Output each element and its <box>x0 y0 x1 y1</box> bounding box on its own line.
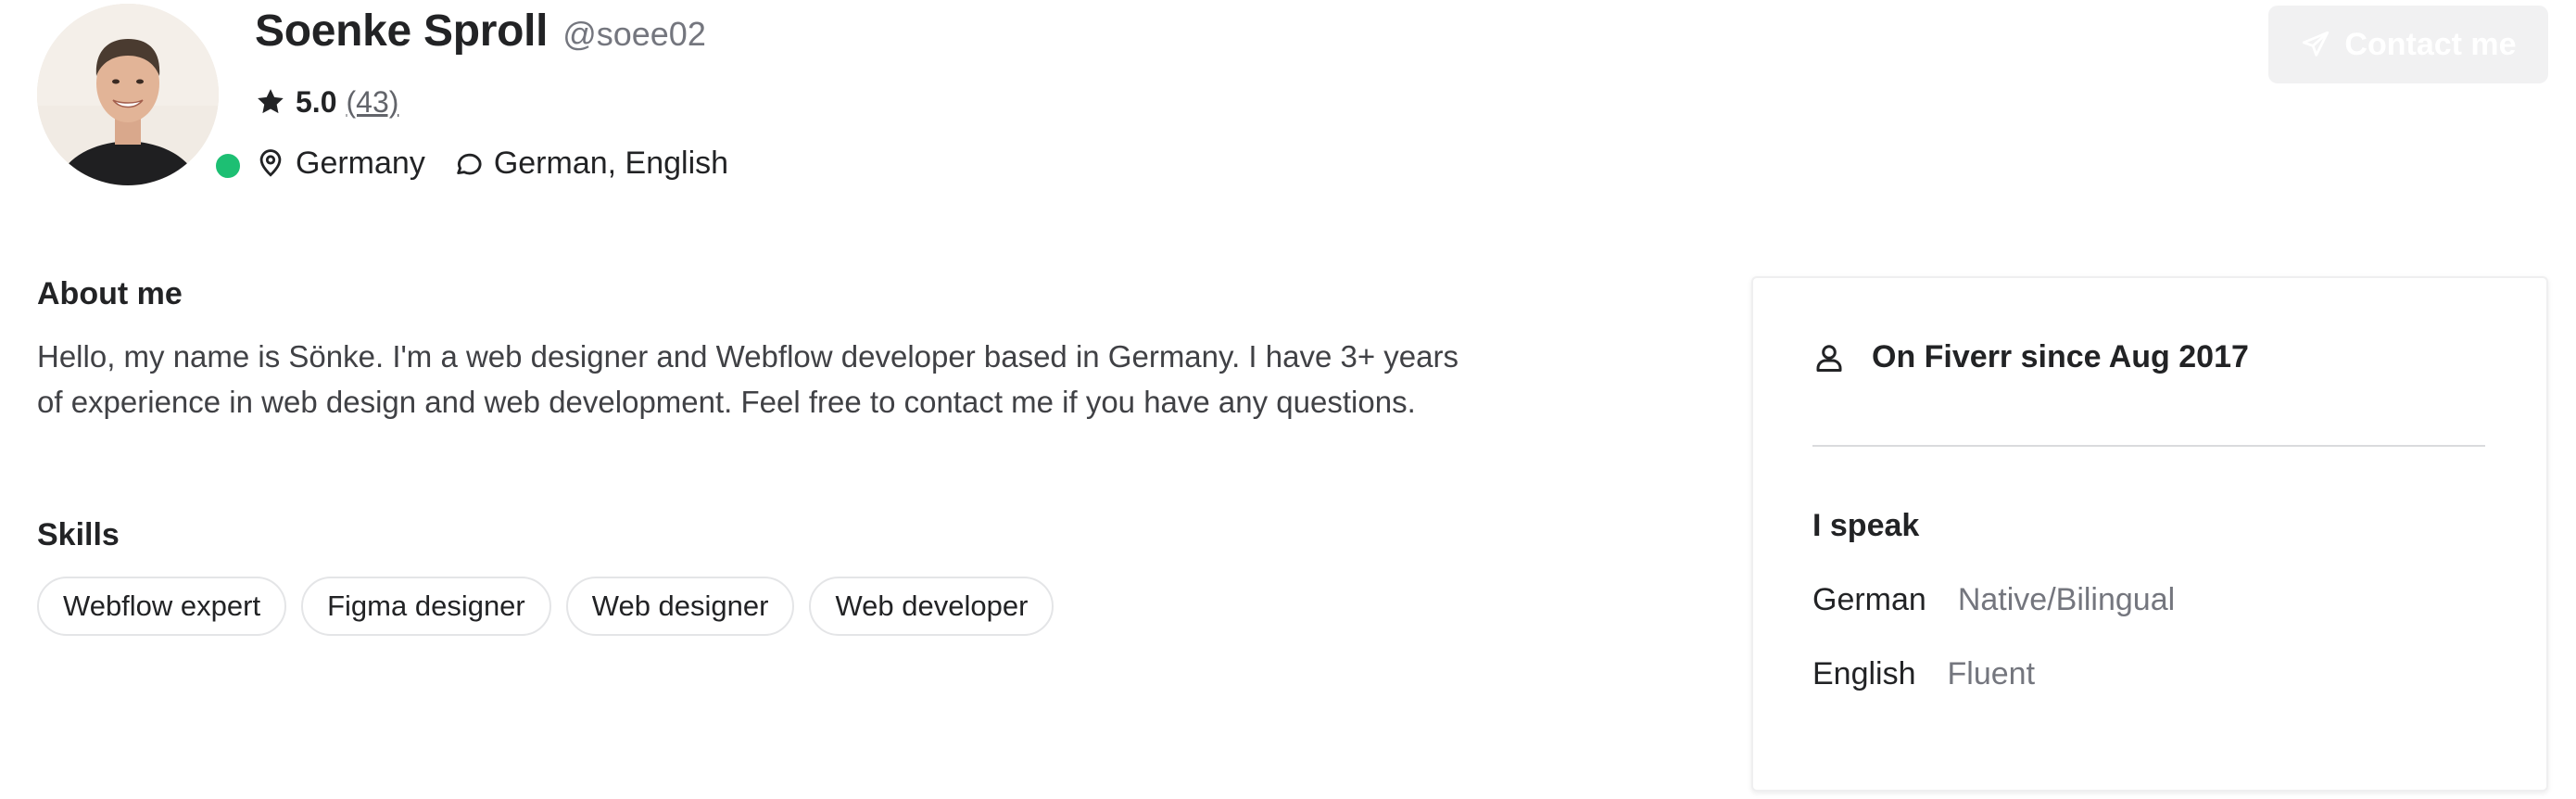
seller-username: @soee02 <box>562 15 706 53</box>
name-row: Soenke Sproll @soee02 <box>255 6 706 61</box>
online-status-indicator <box>209 147 246 184</box>
member-since-row: On Fiverr since Aug 2017 <box>1812 339 2249 375</box>
location-text: Germany <box>296 145 425 181</box>
skills-title: Skills <box>37 517 120 552</box>
contact-me-label: Contact me <box>2344 26 2517 62</box>
divider <box>1812 445 2485 447</box>
language-name: English <box>1812 656 1916 691</box>
languages-summary-text: German, English <box>493 145 729 181</box>
paper-plane-icon <box>2303 31 2330 57</box>
skill-chip[interactable]: Web designer <box>565 577 795 636</box>
seller-name[interactable]: Soenke Sproll <box>255 6 548 57</box>
seller-info-card: On Fiverr since Aug 2017 I speak German … <box>1751 276 2548 792</box>
skill-chip[interactable]: Webflow expert <box>37 577 287 636</box>
skill-chip[interactable]: Web developer <box>809 577 1054 636</box>
rating-row: 5.0 (43) <box>255 82 398 122</box>
avatar-photo <box>37 4 219 185</box>
avatar[interactable] <box>37 4 219 185</box>
contact-me-button[interactable]: Contact me <box>2268 6 2548 83</box>
rating-count-link[interactable]: (43) <box>346 85 398 120</box>
about-title: About me <box>37 276 183 311</box>
rating-value: 5.0 <box>296 84 337 119</box>
language-name: German <box>1812 582 1926 617</box>
skill-chip[interactable]: Figma designer <box>301 577 551 636</box>
languages-summary: German, English <box>453 146 728 182</box>
languages-title: I speak <box>1812 508 1920 543</box>
user-icon <box>1816 344 1842 372</box>
location-pin-icon <box>259 149 282 177</box>
star-icon <box>258 89 284 114</box>
chat-bubble-icon <box>457 153 482 175</box>
member-since-text: On Fiverr since Aug 2017 <box>1872 339 2249 374</box>
language-row: English Fluent <box>1812 656 2035 692</box>
about-text: Hello, my name is Sönke. I'm a web desig… <box>37 339 1458 419</box>
language-row: German Native/Bilingual <box>1812 582 2175 618</box>
meta-row: Germany German, English <box>255 143 728 184</box>
seller-profile-page: Soenke Sproll @soee02 5.0 (43) Germany G… <box>0 0 2576 799</box>
language-level: Fluent <box>1947 656 2036 691</box>
avatar-container <box>37 4 246 185</box>
skills-list: Webflow expert Figma designer Web design… <box>37 577 1054 636</box>
location: Germany <box>255 146 425 182</box>
language-level: Native/Bilingual <box>1957 582 2176 617</box>
